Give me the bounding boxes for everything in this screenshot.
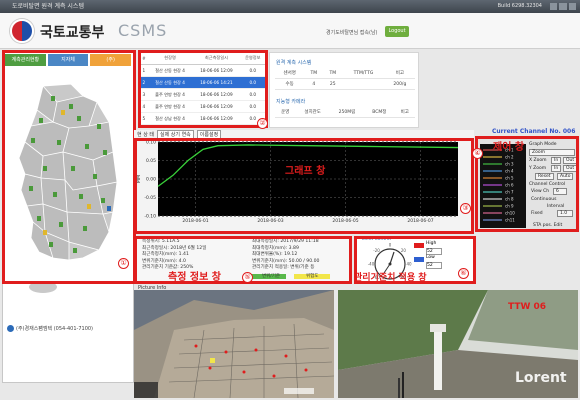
site-info-panel: 원격 계측 시스템 센서명 TM TM TTM/TTG 비고 수동 4 25 200/g 지능… (269, 52, 419, 128)
camera-id-label: TTW 06 (508, 302, 547, 312)
company-name: (주)경재스팸엠텍 (054-401-7100) (16, 326, 94, 332)
app-name: CSMS (118, 21, 168, 40)
info-cell: TM (323, 68, 343, 79)
annotation-box-control (475, 136, 579, 232)
current-channel-label: Current Channel No. 006 (492, 128, 576, 135)
close-icon[interactable] (568, 3, 576, 10)
annotation-box-map (2, 50, 136, 284)
annotation-box-list (138, 50, 268, 128)
company-info: (주)경재스팸엠텍 (054-401-7100) (7, 325, 93, 332)
info-cell: TTM/TTG (342, 68, 385, 79)
logout-button[interactable]: Logout (385, 26, 409, 37)
info-cell: 250M림 (329, 107, 365, 118)
org-name: 국토교통부 (40, 25, 105, 41)
annotation-number-1: ① (118, 258, 129, 269)
annotation-number-2: ② (257, 118, 268, 129)
annotation-number-3: ③ (460, 203, 471, 214)
annotation-number-5: ⑤ (242, 272, 253, 283)
graph-area-label: 그래프 창 (285, 166, 326, 177)
camera-info-table: 운영 설치관도 250M림 BCM정 비고 (275, 107, 415, 118)
user-info: 경기도비탈면님 접속(남) (326, 30, 378, 36)
build-version: Build 6298.32304 (497, 3, 542, 9)
info-cell: 4 (304, 78, 324, 90)
slope-photo[interactable] (134, 290, 334, 398)
info-cell: 비고 (384, 68, 415, 79)
info-cell: 운영 (275, 107, 296, 118)
info-cell: 200/g (384, 78, 415, 90)
window-title: 도로비탈면 원격 계측 시스템 (12, 3, 84, 10)
app-header: 국토교통부 CSMS 경기도비탈면님 접속(남) Logout (0, 13, 580, 49)
graph-status-label: 현 상 태 (137, 131, 154, 138)
app-window: 도로비탈면 원격 계측 시스템 Build 6298.32304 국토교통부 C… (0, 0, 580, 400)
taegeuk-logo-icon (10, 19, 34, 43)
watermark-logo: Lorent (515, 370, 567, 386)
window-controls[interactable] (550, 3, 576, 10)
info-title: 원격 계측 시스템 (276, 60, 312, 66)
info-cell: TM (304, 68, 324, 79)
annotation-number-4: ④ (472, 148, 483, 159)
maximize-icon[interactable] (559, 3, 567, 10)
annotation-box-graph (134, 138, 474, 234)
camera-info-title: 지능형 카메라 (276, 99, 306, 105)
info-cell: 25 (323, 78, 343, 90)
info-cell (342, 78, 385, 90)
slope-photo-image (134, 290, 334, 398)
company-logo-icon (7, 325, 14, 332)
gauge-area-label: 관리기준치 적용 창 (354, 273, 427, 283)
info-table: 센서명 TM TM TTM/TTG 비고 수동 4 25 200/g (275, 68, 415, 90)
info-cell: 센서명 (275, 68, 305, 79)
info-cell: BCM정 (364, 107, 395, 118)
info-cell: 비고 (394, 107, 415, 118)
info-cell: 설치관도 (295, 107, 330, 118)
control-area-label: 제어 창 (493, 142, 525, 153)
graph-toolbar: 현 상 태 실제 상기 연속 이름설정 (137, 129, 222, 139)
measure-area-label: 측정 정보 창 (168, 272, 221, 283)
annotation-number-6: ⑥ (458, 268, 469, 279)
info-cell: 수동 (275, 78, 305, 90)
window-titlebar: 도로비탈면 원격 계측 시스템 Build 6298.32304 (0, 0, 580, 13)
minimize-icon[interactable] (550, 3, 558, 10)
